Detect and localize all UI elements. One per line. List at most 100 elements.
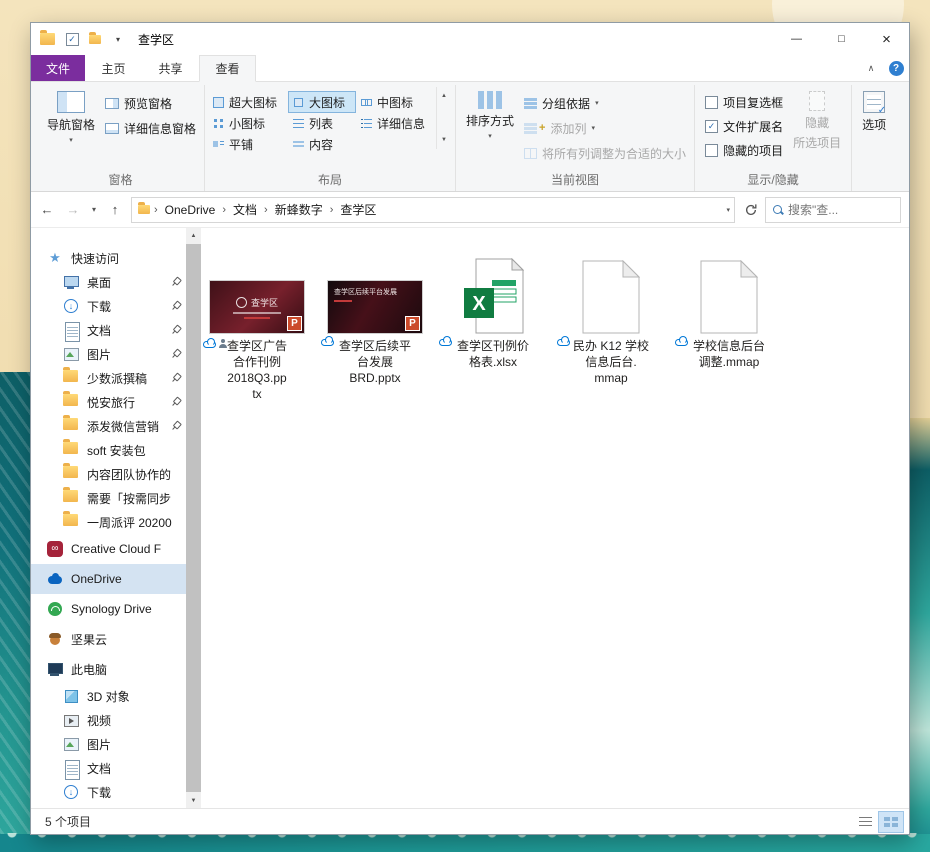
- sidebar-item-folder-weekly[interactable]: 一周派评 20200: [31, 510, 186, 534]
- medium-icons-icon: [360, 96, 373, 109]
- refresh-button[interactable]: [739, 198, 763, 222]
- breadcrumb-current-folder[interactable]: 查学区: [337, 201, 379, 218]
- sidebar-item-downloads[interactable]: ↓ 下载: [31, 294, 186, 318]
- layout-large-icons[interactable]: 大图标: [289, 92, 355, 112]
- breadcrumb-folder-icon: [138, 205, 150, 214]
- search-input[interactable]: [788, 203, 894, 217]
- preview-pane-button[interactable]: 预览窗格: [101, 93, 200, 113]
- onedrive-shared-status-icon: [203, 339, 227, 349]
- breadcrumb-onedrive[interactable]: OneDrive: [162, 203, 219, 217]
- maximize-button[interactable]: □: [819, 23, 864, 55]
- forward-button[interactable]: →: [61, 198, 85, 222]
- layout-scroll-down-button[interactable]: ▼: [441, 137, 447, 143]
- sidebar-item-folder-soft[interactable]: soft 安装包: [31, 438, 186, 462]
- download-arrow-glyph: ↓: [63, 785, 79, 799]
- small-icons-icon: [212, 117, 225, 130]
- plus-icon: +: [539, 122, 545, 134]
- hide-selected-icon: [809, 91, 825, 111]
- layout-scroll-up-button[interactable]: ▲: [441, 93, 447, 99]
- layout-details[interactable]: 详细信息: [357, 113, 433, 133]
- sidebar-item-videos[interactable]: 视频: [31, 708, 186, 732]
- sidebar-item-folder-ondemand-sync[interactable]: 需要「按需同步: [31, 486, 186, 510]
- hidden-items-checkbox[interactable]: 隐藏的项目: [705, 142, 783, 159]
- layout-content[interactable]: 内容: [289, 134, 355, 154]
- sidebar-item-this-pc[interactable]: 此电脑: [31, 654, 186, 684]
- details-pane-button[interactable]: 详细信息窗格: [101, 118, 200, 138]
- sidebar-scrollbar[interactable]: ▲ ▼: [186, 228, 201, 808]
- ribbon-tab-bar: 文件 主页 共享 查看 ∧ ?: [31, 55, 909, 82]
- scroll-up-arrow[interactable]: ▲: [186, 228, 201, 243]
- file-item-mmap-school[interactable]: 学校信息后台 调整.mmap: [677, 254, 781, 370]
- details-view-toggle-button[interactable]: [853, 812, 877, 832]
- new-folder-button[interactable]: [87, 31, 103, 47]
- item-checkboxes-checkbox[interactable]: 项目复选框: [705, 94, 783, 111]
- recent-locations-dropdown[interactable]: ▾: [87, 198, 101, 222]
- sidebar-item-documents[interactable]: 文档: [31, 318, 186, 342]
- tab-share[interactable]: 共享: [142, 55, 199, 81]
- sidebar-item-desktop[interactable]: 桌面: [31, 270, 186, 294]
- sidebar-item-label: Synology Drive: [71, 602, 152, 616]
- large-icons-view-toggle-button[interactable]: [879, 812, 903, 832]
- layout-tiles[interactable]: 平铺: [209, 134, 287, 154]
- file-item-mmap-k12[interactable]: 民办 K12 学校 信息后台. mmap: [559, 254, 663, 386]
- sidebar-item-folder-content-team[interactable]: 内容团队协作的: [31, 462, 186, 486]
- help-button[interactable]: ?: [883, 55, 909, 81]
- close-button[interactable]: ×: [864, 23, 909, 55]
- sidebar-item-nutstore[interactable]: 坚果云: [31, 624, 186, 654]
- group-by-button[interactable]: 分组依据 ▾: [520, 93, 690, 113]
- sidebar-item-label: 下载: [87, 784, 111, 801]
- file-thumbnail: [582, 254, 640, 334]
- tab-file[interactable]: 文件: [31, 55, 85, 81]
- status-bar: 5 个项目: [31, 808, 909, 834]
- file-item-ppt-2018q3[interactable]: 查学区 P 查学区广告 合作刊例 2018Q3.pp tx: [205, 254, 309, 402]
- sort-by-button[interactable]: 排序方式 ▾: [460, 87, 520, 144]
- sidebar-item-pictures[interactable]: 图片: [31, 342, 186, 366]
- layout-medium-icons[interactable]: 中图标: [357, 92, 433, 112]
- sidebar-item-downloads-pc[interactable]: ↓ 下载: [31, 780, 186, 804]
- search-box: [765, 197, 901, 223]
- thumbnail-accent-line: [334, 300, 352, 302]
- breadcrumb-documents[interactable]: 文档: [230, 201, 260, 218]
- sidebar-item-creative-cloud[interactable]: ∞ Creative Cloud F: [31, 534, 186, 564]
- group-label-layout: 布局: [205, 171, 455, 188]
- checkbox-checked-icon: ✓: [705, 120, 718, 133]
- onedrive-cloud-status-icon: [321, 339, 334, 346]
- sidebar-item-label: OneDrive: [71, 572, 122, 586]
- sidebar-item-onedrive[interactable]: OneDrive: [31, 564, 186, 594]
- sidebar-item-synology-drive[interactable]: Synology Drive: [31, 594, 186, 624]
- file-item-xlsx-pricelist[interactable]: X 查学区刊例价 格表.xlsx: [441, 254, 545, 370]
- hide-selected-items-button[interactable]: 隐藏 所选项目: [787, 87, 847, 155]
- back-button[interactable]: ←: [35, 198, 59, 222]
- tab-view[interactable]: 查看: [199, 55, 256, 82]
- collapse-ribbon-button[interactable]: ∧: [859, 55, 883, 81]
- pin-icon: [169, 419, 184, 434]
- breadcrumb-xinfeng[interactable]: 新蜂数字: [272, 201, 326, 218]
- sidebar-item-quick-access[interactable]: ★ 快速访问: [31, 246, 186, 270]
- sidebar-item-pictures-pc[interactable]: 图片: [31, 732, 186, 756]
- sidebar-item-folder-yuean[interactable]: 悦安旅行: [31, 390, 186, 414]
- scrollbar-thumb[interactable]: [186, 244, 201, 792]
- sidebar-item-3d-objects[interactable]: 3D 对象: [31, 684, 186, 708]
- sidebar-item-folder-shaoshupai[interactable]: 少数派撰稿: [31, 366, 186, 390]
- file-extensions-checkbox[interactable]: ✓ 文件扩展名: [705, 118, 783, 135]
- customize-quick-access-button[interactable]: ▾: [110, 31, 126, 47]
- sidebar-item-folder-tianfa[interactable]: 添发微信营销: [31, 414, 186, 438]
- file-item-ppt-brd[interactable]: 查学区后续平台发展 P 查学区后续平 台发展 BRD.pptx: [323, 254, 427, 386]
- minimize-button[interactable]: —: [774, 23, 819, 55]
- size-all-columns-button[interactable]: 将所有列调整为合适的大小: [520, 143, 690, 163]
- layout-list[interactable]: 列表: [289, 113, 355, 133]
- options-button[interactable]: ✓ 选项: [856, 87, 892, 137]
- sidebar-item-documents-pc[interactable]: 文档: [31, 756, 186, 780]
- address-box[interactable]: › OneDrive › 文档 › 新蜂数字 › 查学区 ▾: [131, 197, 735, 223]
- add-columns-button[interactable]: + 添加列 ▾: [520, 118, 690, 138]
- downloads-icon: ↓: [63, 784, 79, 800]
- checkbox-unchecked-icon: [705, 96, 718, 109]
- tab-home[interactable]: 主页: [85, 55, 142, 81]
- layout-extra-large-icons[interactable]: 超大图标: [209, 92, 287, 112]
- address-history-dropdown[interactable]: ▾: [726, 206, 730, 214]
- layout-small-icons[interactable]: 小图标: [209, 113, 287, 133]
- properties-button[interactable]: ✓: [64, 31, 80, 47]
- scroll-down-arrow[interactable]: ▼: [186, 793, 201, 808]
- up-button[interactable]: ↑: [103, 198, 127, 222]
- navigation-pane-button[interactable]: 导航窗格 ▾: [41, 87, 101, 148]
